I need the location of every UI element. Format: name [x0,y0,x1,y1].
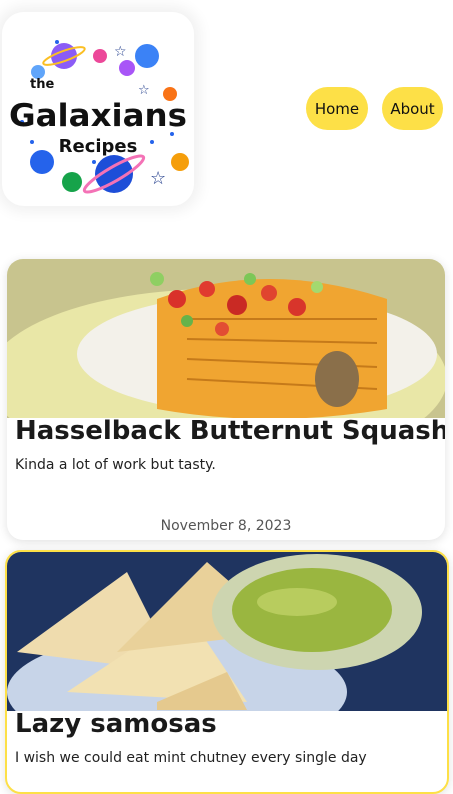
svg-text:the: the [30,77,54,92]
svg-text:☆: ☆ [150,168,166,189]
recipe-title[interactable]: Lazy samosas [15,709,217,739]
recipe-photo [7,259,445,418]
recipe-card[interactable]: Lazy samosas I wish we could eat mint ch… [5,550,449,794]
svg-text:Galaxians: Galaxians [9,98,187,134]
svg-text:☆: ☆ [138,83,150,98]
recipe-photo [7,552,447,711]
galaxy-logo-icon: ☆ ☆ ☆ the Galaxians Recipes [9,40,189,194]
site-header: ☆ ☆ ☆ the Galaxians Recipes Home About [0,0,453,220]
svg-text:Recipes: Recipes [59,136,138,157]
recipe-description: I wish we could eat mint chutney every s… [15,750,367,766]
site-logo[interactable]: ☆ ☆ ☆ the Galaxians Recipes [2,12,194,206]
nav-about-button[interactable]: About [382,87,443,130]
recipe-date: November 8, 2023 [160,518,292,534]
svg-text:☆: ☆ [114,44,127,60]
recipe-description: Kinda a lot of work but tasty. [15,457,216,473]
recipe-title[interactable]: Hasselback Butternut Squash [15,416,445,446]
main-nav: Home About [306,87,443,130]
nav-home-button[interactable]: Home [306,87,368,130]
recipe-card[interactable]: Hasselback Butternut Squash Kinda a lot … [7,259,445,540]
